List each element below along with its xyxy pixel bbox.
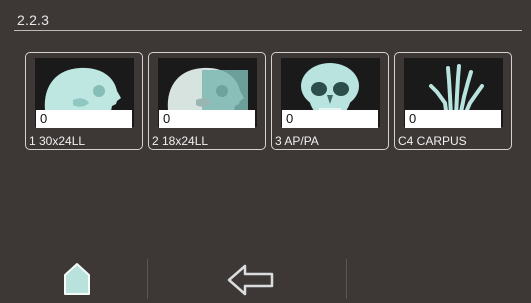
screen-title: 2.2.3	[17, 12, 50, 28]
exposure-thumbnail-list: 1 30x24LL 2 18x24LL	[25, 52, 512, 152]
title-divider	[14, 30, 522, 31]
home-button[interactable]	[57, 258, 97, 298]
exposure-count-field[interactable]	[159, 110, 255, 128]
exposure-count-field[interactable]	[282, 110, 378, 128]
back-button[interactable]	[226, 262, 276, 298]
thumbnail-label: 1 30x24LL	[29, 134, 86, 148]
thumbnail-label: 3 AP/PA	[275, 134, 319, 148]
thumbnail-3[interactable]: 3 AP/PA	[271, 52, 389, 150]
back-arrow-icon	[227, 264, 274, 296]
thumbnail-1[interactable]: 1 30x24LL	[25, 52, 143, 150]
exposure-count-field[interactable]	[36, 110, 132, 128]
bottom-divider	[147, 259, 148, 299]
exposure-count-field[interactable]	[405, 110, 501, 128]
thumbnail-label: C4 CARPUS	[398, 134, 467, 148]
home-icon	[64, 263, 90, 295]
bottom-navigation-bar	[0, 248, 531, 303]
thumbnail-label: 2 18x24LL	[152, 134, 209, 148]
bottom-divider	[346, 259, 347, 299]
thumbnail-2[interactable]: 2 18x24LL	[148, 52, 266, 150]
thumbnail-4[interactable]: C4 CARPUS	[394, 52, 512, 150]
